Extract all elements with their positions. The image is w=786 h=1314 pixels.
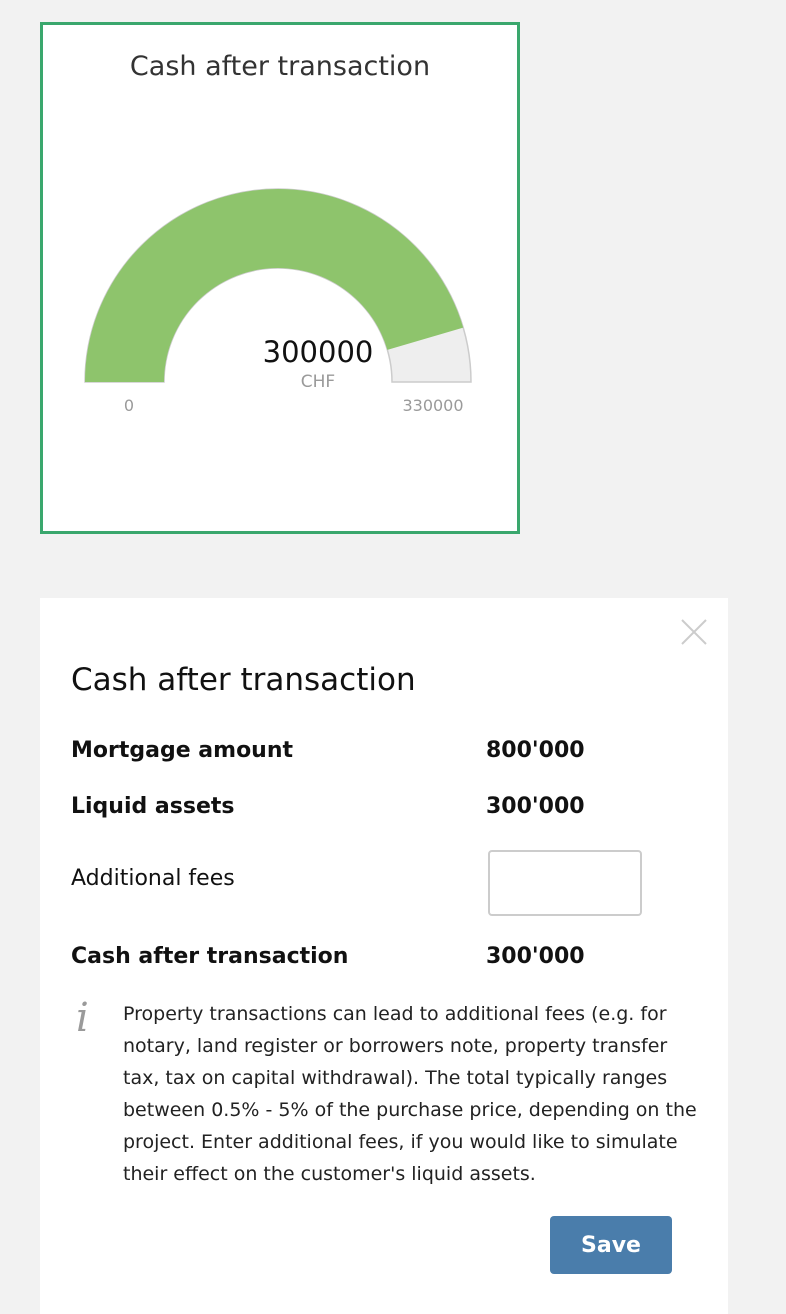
additional-fees-input[interactable] <box>488 850 642 916</box>
gauge-chart <box>84 188 472 383</box>
additional-fees-label: Additional fees <box>71 866 235 891</box>
gauge-card: Cash after transaction 300000 CHF 0 3300… <box>40 22 520 534</box>
cash-details-panel: Cash after transaction Mortgage amount 8… <box>40 598 728 1314</box>
mortgage-amount-label: Mortgage amount <box>71 738 294 763</box>
gauge-max-label: 330000 <box>402 396 464 415</box>
close-icon-glyph <box>681 619 707 645</box>
close-icon[interactable] <box>680 618 708 646</box>
liquid-assets-value: 300'000 <box>486 794 585 819</box>
cash-after-transaction-label: Cash after transaction <box>71 944 349 969</box>
save-button[interactable]: Save <box>550 1216 672 1274</box>
mortgage-amount-value: 800'000 <box>486 738 585 763</box>
panel-title: Cash after transaction <box>71 662 416 698</box>
info-icon: i <box>76 995 89 1041</box>
gauge-min-label: 0 <box>123 396 135 415</box>
info-text: Property transactions can lead to additi… <box>123 1003 697 1185</box>
liquid-assets-label: Liquid assets <box>71 794 235 819</box>
cash-after-transaction-value: 300'000 <box>486 944 585 969</box>
gauge-unit: CHF <box>300 372 336 392</box>
gauge-value: 300000 <box>262 335 374 369</box>
